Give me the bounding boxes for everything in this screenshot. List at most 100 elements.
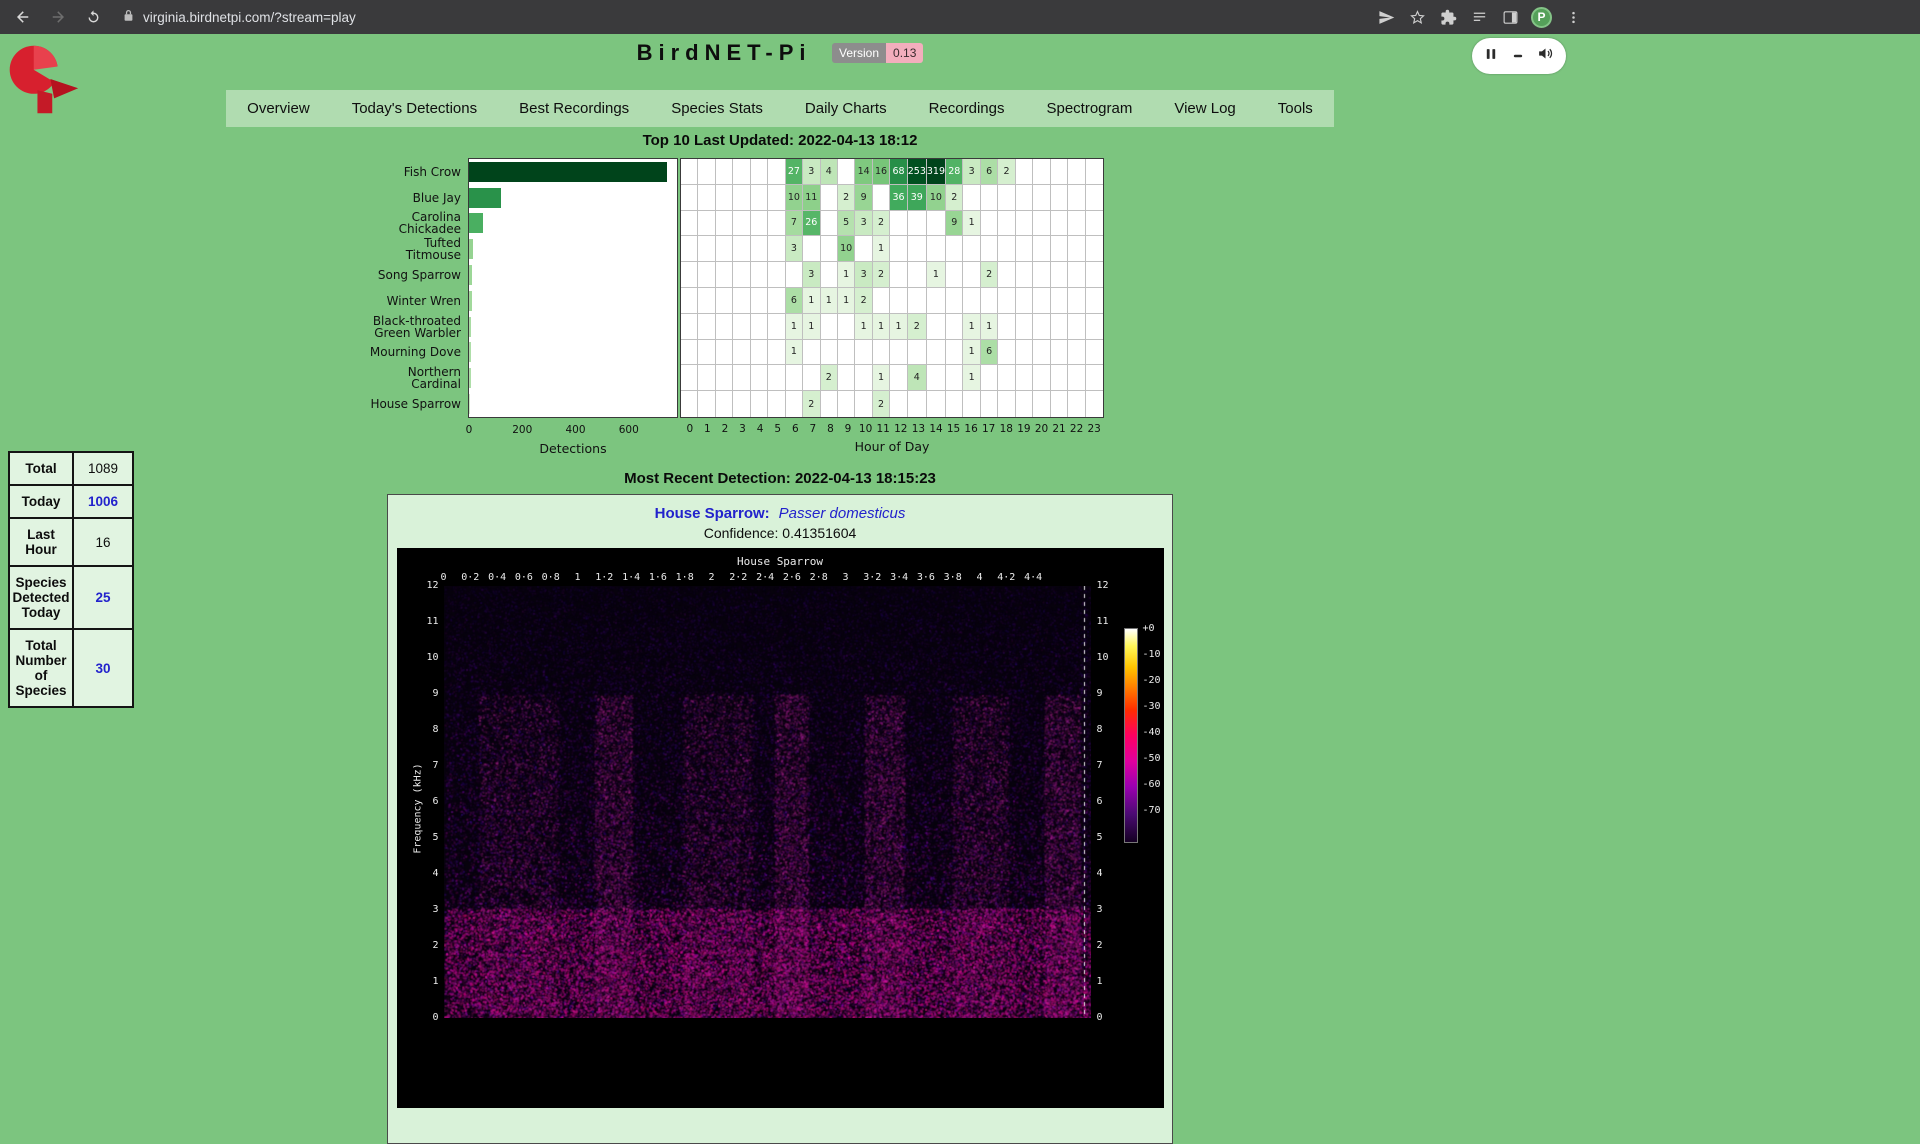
heat-cell xyxy=(946,314,963,340)
spec-time-tick: 0·6 xyxy=(515,572,533,583)
heat-cell: 1 xyxy=(786,314,803,340)
back-icon[interactable] xyxy=(13,7,33,27)
spec-freq-tick: 1 xyxy=(1097,976,1121,988)
heat-cell xyxy=(768,365,785,391)
spec-freq-tick: 2 xyxy=(415,940,439,952)
seek-handle-icon[interactable] xyxy=(1513,47,1523,65)
heat-cell xyxy=(946,236,963,262)
nav-item-today-s-detections[interactable]: Today's Detections xyxy=(331,90,498,127)
spec-time-tick: 3·2 xyxy=(863,572,881,583)
nav-item-view-log[interactable]: View Log xyxy=(1153,90,1256,127)
heat-cell xyxy=(716,262,733,288)
stats-value-today[interactable]: 1006 xyxy=(73,485,133,518)
colorbar-tick: -40 xyxy=(1143,727,1161,738)
nav-item-recordings[interactable]: Recordings xyxy=(908,90,1026,127)
heat-cell xyxy=(751,314,768,340)
forward-icon[interactable] xyxy=(48,7,68,27)
heat-cell xyxy=(786,391,803,417)
heat-cell xyxy=(716,236,733,262)
heat-cell xyxy=(1068,236,1085,262)
nav-item-spectrogram[interactable]: Spectrogram xyxy=(1025,90,1153,127)
heat-cell xyxy=(768,340,785,366)
species-label-black-throated-green-warbler: Black-throated Green Warbler xyxy=(368,314,468,340)
hour-axis-tick: 20 xyxy=(1035,423,1048,435)
most-recent-heading: Most Recent Detection: 2022-04-13 18:15:… xyxy=(0,470,1560,487)
stats-label: Species Detected Today xyxy=(9,566,73,629)
heat-cell xyxy=(927,340,946,366)
stats-value-total-number-of-species[interactable]: 30 xyxy=(73,629,133,707)
heat-cell: 3 xyxy=(855,211,872,237)
reload-icon[interactable] xyxy=(83,7,103,27)
audio-player[interactable] xyxy=(1472,38,1566,74)
spec-time-tick: 0·4 xyxy=(488,572,506,583)
heat-cell xyxy=(1033,185,1050,211)
extensions-icon[interactable] xyxy=(1438,7,1458,27)
heat-cell xyxy=(768,288,785,314)
heat-cell xyxy=(1051,340,1068,366)
heat-cell xyxy=(1068,391,1085,417)
hour-axis-tick: 1 xyxy=(704,423,711,435)
heat-cell xyxy=(873,185,890,211)
detection-common-name[interactable]: House Sparrow: xyxy=(655,505,770,522)
species-label-northern-cardinal: Northern Cardinal xyxy=(368,365,468,391)
nav-item-overview[interactable]: Overview xyxy=(226,90,331,127)
bar-row xyxy=(469,365,677,391)
heat-cell xyxy=(698,391,715,417)
nav-item-daily-charts[interactable]: Daily Charts xyxy=(784,90,908,127)
spec-time-tick: 2·2 xyxy=(729,572,747,583)
hour-axis-tick: 11 xyxy=(877,423,890,435)
heat-cell: 1 xyxy=(803,314,820,340)
heat-cell xyxy=(981,365,998,391)
hour-axis-tick: 10 xyxy=(859,423,872,435)
heat-cell: 2 xyxy=(981,262,998,288)
heat-cell xyxy=(1051,159,1068,185)
spec-freq-tick: 9 xyxy=(415,688,439,700)
heat-cell xyxy=(998,391,1015,417)
hour-axis-tick: 7 xyxy=(810,423,817,435)
species-label-carolina-chickadee: Carolina Chickadee xyxy=(368,211,468,237)
bar-row xyxy=(469,159,677,185)
heat-cell xyxy=(1033,236,1050,262)
heat-cell xyxy=(1033,288,1050,314)
heat-cell xyxy=(1033,211,1050,237)
spectrogram-image xyxy=(444,586,1091,1018)
heat-cell xyxy=(1016,365,1033,391)
heat-cell: 16 xyxy=(873,159,890,185)
heat-cell xyxy=(1068,314,1085,340)
spec-freq-tick: 4 xyxy=(1097,868,1121,880)
heat-cell: 2 xyxy=(855,288,872,314)
nav-item-tools[interactable]: Tools xyxy=(1257,90,1334,127)
volume-icon[interactable] xyxy=(1537,45,1554,67)
spec-time-tick: 4 xyxy=(976,572,982,583)
nav-item-best-recordings[interactable]: Best Recordings xyxy=(498,90,650,127)
send-icon[interactable] xyxy=(1376,7,1396,27)
heat-cell xyxy=(963,262,980,288)
heat-cell xyxy=(803,236,820,262)
bookmark-star-icon[interactable] xyxy=(1407,7,1427,27)
stats-value-species-detected-today[interactable]: 25 xyxy=(73,566,133,629)
heat-cell xyxy=(838,314,855,340)
side-panel-icon[interactable] xyxy=(1500,7,1520,27)
heat-cell xyxy=(927,236,946,262)
heat-cell: 10 xyxy=(838,236,855,262)
spec-time-tick: 1 xyxy=(574,572,580,583)
heat-cell xyxy=(873,340,890,366)
heat-cell xyxy=(1068,340,1085,366)
hour-axis-tick: 15 xyxy=(947,423,960,435)
pause-icon[interactable] xyxy=(1484,46,1498,67)
menu-dots-icon[interactable] xyxy=(1563,7,1583,27)
reading-list-icon[interactable] xyxy=(1469,7,1489,27)
url-bar[interactable]: virginia.birdnetpi.com/?stream=play xyxy=(122,8,356,26)
species-label-mourning-dove: Mourning Dove xyxy=(368,340,468,366)
heat-cell xyxy=(1068,262,1085,288)
heat-cell: 68 xyxy=(890,159,907,185)
profile-avatar[interactable]: P xyxy=(1531,7,1552,28)
heat-cell xyxy=(963,391,980,417)
main-nav: OverviewToday's DetectionsBest Recording… xyxy=(0,90,1560,127)
heat-cell xyxy=(681,262,698,288)
nav-item-species-stats[interactable]: Species Stats xyxy=(650,90,784,127)
version-badge: Version0.13 xyxy=(832,46,923,60)
heat-cell: 3 xyxy=(803,262,820,288)
detection-scientific-name: Passer domesticus xyxy=(779,505,906,522)
hour-axis-tick: 8 xyxy=(827,423,834,435)
